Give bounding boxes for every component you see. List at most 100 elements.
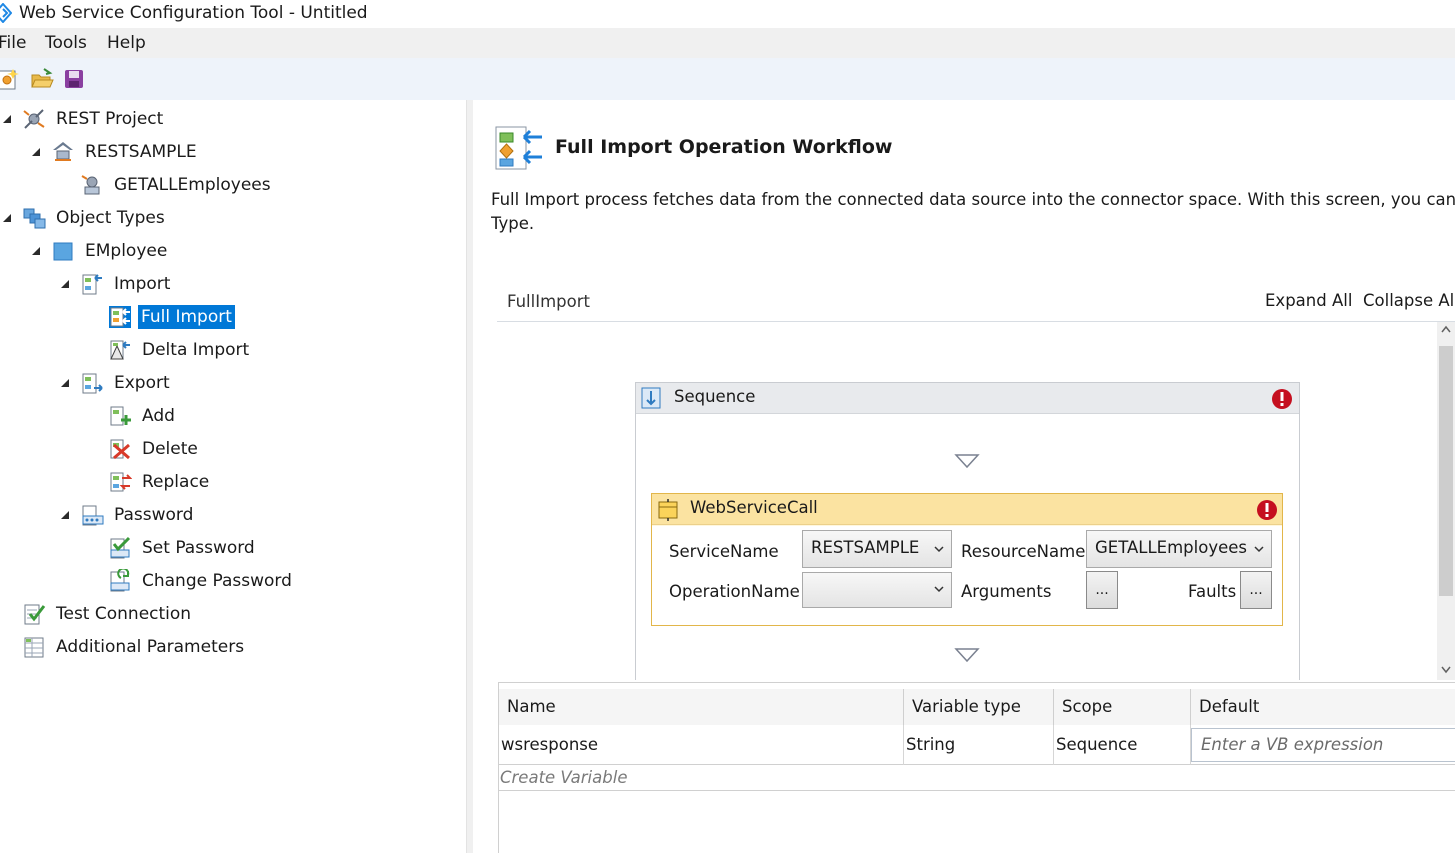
tree-node-full-import[interactable]: Full Import xyxy=(108,302,235,332)
expand-all-link[interactable]: Expand All xyxy=(1265,291,1352,310)
tree-node-employee[interactable]: EMployee xyxy=(32,236,170,266)
page-description: Full Import process fetches data from th… xyxy=(491,188,1455,238)
workflow-canvas: Sequence WebServiceCall ServiceName REST… xyxy=(497,322,1437,680)
variable-scope-cell[interactable]: Sequence xyxy=(1054,725,1191,765)
variables-panel: Name Variable type Scope Default wsrespo… xyxy=(498,682,1455,853)
service-name-combo[interactable]: RESTSAMPLE xyxy=(802,530,952,568)
sequence-activity[interactable]: Sequence WebServiceCall ServiceName REST… xyxy=(635,382,1300,680)
faults-button[interactable]: ... xyxy=(1240,571,1272,609)
resource-icon xyxy=(81,175,100,195)
tree-node-change-password[interactable]: Change Password xyxy=(108,566,295,596)
menu-bar: File Tools Help xyxy=(0,28,1455,58)
tree-label: Add xyxy=(142,406,175,426)
expand-arrow-icon[interactable] xyxy=(31,246,41,256)
tree-node-delete[interactable]: Delete xyxy=(108,434,201,464)
import-icon xyxy=(82,274,102,295)
tree-node-export[interactable]: Export xyxy=(61,368,173,398)
table-row[interactable]: wsresponse String Sequence Enter a VB ex… xyxy=(499,725,1455,765)
parameters-icon xyxy=(24,637,44,658)
tree-label: Export xyxy=(114,373,170,393)
webservicecall-label: WebServiceCall xyxy=(690,498,818,517)
chevron-down-icon xyxy=(934,546,944,553)
sequence-label: Sequence xyxy=(674,387,756,406)
arguments-label: Arguments xyxy=(961,582,1052,601)
drop-target-arrow-icon[interactable] xyxy=(954,647,980,663)
variable-name-cell[interactable]: wsresponse xyxy=(499,725,904,765)
canvas-scrollbar[interactable] xyxy=(1437,322,1455,680)
new-project-icon[interactable] xyxy=(0,67,20,91)
variable-type-cell[interactable]: String xyxy=(904,725,1054,765)
tree-node-replace[interactable]: Replace xyxy=(108,467,212,497)
tree-node-additional-parameters[interactable]: Additional Parameters xyxy=(22,632,247,662)
column-header-default[interactable]: Default xyxy=(1191,689,1455,725)
operation-name-combo[interactable] xyxy=(802,572,952,608)
change-password-icon xyxy=(110,569,130,592)
menu-tools[interactable]: Tools xyxy=(45,33,87,53)
menu-help[interactable]: Help xyxy=(107,33,146,53)
column-header-variable-type[interactable]: Variable type xyxy=(904,689,1054,725)
replace-icon xyxy=(110,472,132,492)
expand-arrow-icon[interactable] xyxy=(60,378,70,388)
resource-name-combo[interactable]: GETALLEmployees xyxy=(1086,530,1272,568)
drop-target-arrow-icon[interactable] xyxy=(954,453,980,469)
tree-node-getallemployees[interactable]: GETALLEmployees xyxy=(80,170,274,200)
expand-arrow-icon[interactable] xyxy=(2,213,12,223)
tree-node-rest-project[interactable]: REST Project xyxy=(3,104,166,134)
object-types-icon xyxy=(23,208,46,229)
tree-label: Delta Import xyxy=(142,340,250,360)
operation-name-label: OperationName xyxy=(669,582,800,601)
faults-label: Faults xyxy=(1188,582,1237,601)
expand-arrow-icon[interactable] xyxy=(60,279,70,289)
collapse-all-link[interactable]: Collapse All xyxy=(1363,291,1455,310)
default-value-input[interactable]: Enter a VB expression xyxy=(1191,728,1455,762)
tree-label: Full Import xyxy=(138,305,235,329)
error-icon[interactable] xyxy=(1271,388,1293,410)
open-folder-icon[interactable] xyxy=(30,67,54,91)
tree-node-password[interactable]: Password xyxy=(61,500,196,530)
tree-label: Test Connection xyxy=(56,604,192,624)
column-header-name[interactable]: Name xyxy=(499,689,904,725)
breadcrumb[interactable]: FullImport xyxy=(507,292,590,311)
tree-node-set-password[interactable]: Set Password xyxy=(108,533,258,563)
delta-import-icon xyxy=(110,340,130,360)
add-icon xyxy=(110,406,131,426)
menu-file[interactable]: File xyxy=(0,33,26,53)
webservicecall-activity[interactable]: WebServiceCall ServiceName RESTSAMPLE Re… xyxy=(651,493,1283,626)
arguments-button[interactable]: ... xyxy=(1086,571,1118,609)
window-title: Web Service Configuration Tool - Untitle… xyxy=(19,3,368,23)
column-header-scope[interactable]: Scope xyxy=(1054,689,1191,725)
tree-label: GETALLEmployees xyxy=(114,175,271,195)
tree-node-import[interactable]: Import xyxy=(61,269,173,299)
tree-node-test-connection[interactable]: Test Connection xyxy=(22,599,194,629)
resource-name-label: ResourceName xyxy=(961,542,1086,561)
panel-splitter[interactable] xyxy=(466,100,473,853)
error-icon[interactable] xyxy=(1256,499,1278,521)
set-password-icon xyxy=(110,536,131,559)
service-name-value: RESTSAMPLE xyxy=(811,538,920,557)
expand-arrow-icon[interactable] xyxy=(31,147,41,157)
chevron-down-icon xyxy=(1254,546,1264,553)
tree-label: REST Project xyxy=(56,109,164,129)
app-logo-icon xyxy=(0,3,12,23)
tree-label: EMployee xyxy=(85,241,168,261)
toolbar xyxy=(0,58,1455,100)
sequence-header: Sequence xyxy=(636,383,1299,414)
full-import-icon xyxy=(109,306,131,328)
tree-node-object-types[interactable]: Object Types xyxy=(3,203,168,233)
tree-node-delta-import[interactable]: Delta Import xyxy=(108,335,252,365)
scroll-down-arrow-icon[interactable] xyxy=(1441,666,1451,674)
export-icon xyxy=(82,373,103,394)
create-variable-row[interactable]: Create Variable xyxy=(499,765,1455,791)
tree-label: Additional Parameters xyxy=(56,637,245,657)
expand-arrow-icon[interactable] xyxy=(2,114,12,124)
tree-node-add[interactable]: Add xyxy=(108,401,178,431)
description-line: Full Import process fetches data from th… xyxy=(491,190,1455,209)
save-icon[interactable] xyxy=(62,67,86,91)
chevron-down-icon xyxy=(934,586,944,593)
scrollbar-thumb[interactable] xyxy=(1439,346,1453,596)
expand-arrow-icon[interactable] xyxy=(60,510,70,520)
scroll-up-arrow-icon[interactable] xyxy=(1441,325,1451,333)
resource-name-value: GETALLEmployees xyxy=(1095,538,1247,557)
tree-node-restsample[interactable]: RESTSAMPLE xyxy=(32,137,200,167)
workflow-icon xyxy=(495,126,542,170)
